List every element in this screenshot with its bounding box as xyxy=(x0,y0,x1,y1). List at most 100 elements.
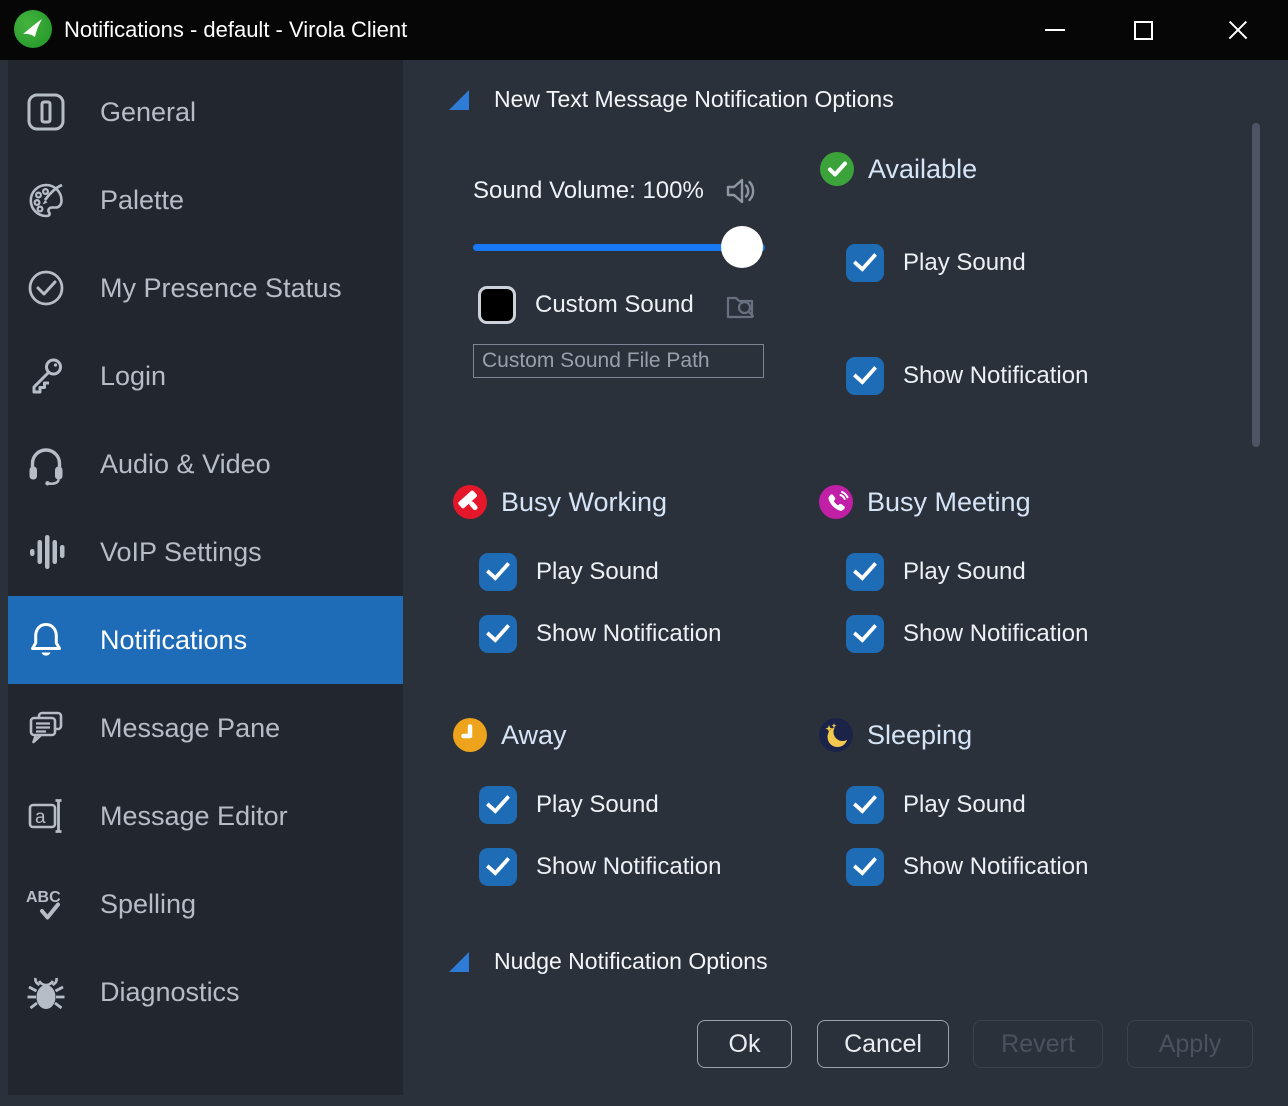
sidebar-item-notifications[interactable]: Notifications xyxy=(8,596,403,684)
custom-sound-file-path-input[interactable] xyxy=(473,344,764,378)
window-title: Notifications - default - Virola Client xyxy=(64,0,407,60)
checkbox-label: Play Sound xyxy=(536,791,659,819)
section-collapse-icon xyxy=(449,90,469,110)
sleeping-play-sound-checkbox[interactable] xyxy=(846,786,884,824)
status-name: Available xyxy=(868,154,977,185)
sidebar-item-voip[interactable]: VoIP Settings xyxy=(8,508,403,596)
slider-thumb[interactable] xyxy=(721,226,763,268)
busy-working-play-sound-row: Play Sound xyxy=(479,553,659,591)
status-name: Busy Meeting xyxy=(867,487,1031,518)
checkbox-label: Play Sound xyxy=(903,249,1026,277)
settings-sidebar: General Palette My Presence Status Login… xyxy=(8,60,403,1095)
available-show-notification-checkbox[interactable] xyxy=(846,357,884,395)
sidebar-item-label: Palette xyxy=(100,185,184,216)
busy-working-show-notification-checkbox[interactable] xyxy=(479,615,517,653)
checkbox-label: Show Notification xyxy=(536,853,721,881)
vertical-scrollbar-thumb[interactable] xyxy=(1252,123,1260,447)
section-nudge-options[interactable]: Nudge Notification Options xyxy=(449,948,768,975)
sidebar-item-login[interactable]: Login xyxy=(8,332,403,420)
sound-volume-label: Sound Volume: 100% xyxy=(473,177,704,205)
audio-icon xyxy=(22,440,70,488)
sidebar-item-general[interactable]: General xyxy=(8,68,403,156)
close-button[interactable] xyxy=(1215,7,1261,53)
checkbox-label: Play Sound xyxy=(903,558,1026,586)
voip-icon xyxy=(22,528,70,576)
busy-working-play-sound-checkbox[interactable] xyxy=(479,553,517,591)
maximize-button[interactable] xyxy=(1120,7,1166,53)
sidebar-item-presence[interactable]: My Presence Status xyxy=(8,244,403,332)
sidebar-item-spelling[interactable]: ABC Spelling xyxy=(8,860,403,948)
sleeping-show-notification-row: Show Notification xyxy=(846,848,1088,886)
sidebar-item-message-editor[interactable]: a Message Editor xyxy=(8,772,403,860)
sidebar-item-diagnostics[interactable]: Diagnostics xyxy=(8,948,403,1036)
sidebar-item-audio[interactable]: Audio & Video xyxy=(8,420,403,508)
diagnostics-icon xyxy=(22,968,70,1016)
status-busy-working: Busy Working xyxy=(453,485,667,519)
minimize-icon xyxy=(1045,29,1065,31)
revert-button: Revert xyxy=(973,1020,1103,1068)
presence-icon xyxy=(22,264,70,312)
login-icon xyxy=(22,352,70,400)
checkbox-label: Show Notification xyxy=(903,620,1088,648)
sidebar-item-message-pane[interactable]: Message Pane xyxy=(8,684,403,772)
busy-working-show-notification-row: Show Notification xyxy=(479,615,721,653)
message-pane-icon xyxy=(22,704,70,752)
message-editor-icon: a xyxy=(22,792,70,840)
apply-button: Apply xyxy=(1127,1020,1253,1068)
checkbox-label: Show Notification xyxy=(903,362,1088,390)
custom-sound-label: Custom Sound xyxy=(535,291,694,319)
away-play-sound-row: Play Sound xyxy=(479,786,659,824)
section-title: New Text Message Notification Options xyxy=(494,86,894,113)
svg-text:a: a xyxy=(35,807,46,828)
custom-sound-checkbox[interactable] xyxy=(478,286,516,324)
section-new-text-message-options[interactable]: New Text Message Notification Options xyxy=(449,86,894,113)
status-name: Away xyxy=(501,720,567,751)
sidebar-item-label: VoIP Settings xyxy=(100,537,262,568)
minimize-button[interactable] xyxy=(1032,7,1078,53)
busy-meeting-play-sound-row: Play Sound xyxy=(846,553,1026,591)
checkbox-label: Play Sound xyxy=(903,791,1026,819)
sidebar-item-palette[interactable]: Palette xyxy=(8,156,403,244)
status-name: Sleeping xyxy=(867,720,972,751)
sound-volume-slider[interactable] xyxy=(473,226,765,268)
away-show-notification-row: Show Notification xyxy=(479,848,721,886)
sidebar-item-label: Notifications xyxy=(100,625,247,656)
sidebar-item-label: Audio & Video xyxy=(100,449,271,480)
sidebar-item-label: Message Editor xyxy=(100,801,288,832)
away-status-icon xyxy=(453,718,487,752)
busy-meeting-show-notification-row: Show Notification xyxy=(846,615,1088,653)
sidebar-item-label: Message Pane xyxy=(100,713,280,744)
general-icon xyxy=(22,88,70,136)
status-away: Away xyxy=(453,718,567,752)
status-name: Busy Working xyxy=(501,487,667,518)
sidebar-item-label: Diagnostics xyxy=(100,977,240,1008)
away-show-notification-checkbox[interactable] xyxy=(479,848,517,886)
browse-sound-file-icon xyxy=(721,286,759,324)
section-title: Nudge Notification Options xyxy=(494,948,768,975)
sidebar-item-label: Spelling xyxy=(100,889,196,920)
status-available: Available xyxy=(820,152,977,186)
custom-sound-row: Custom Sound xyxy=(478,286,694,324)
sleeping-show-notification-checkbox[interactable] xyxy=(846,848,884,886)
section-collapse-icon xyxy=(449,952,469,972)
busy-meeting-show-notification-checkbox[interactable] xyxy=(846,615,884,653)
notifications-icon xyxy=(22,616,70,664)
close-icon xyxy=(1225,17,1251,43)
sidebar-item-label: General xyxy=(100,97,196,128)
checkbox-label: Show Notification xyxy=(903,853,1088,881)
busy-working-status-icon xyxy=(453,485,487,519)
cancel-button[interactable]: Cancel xyxy=(817,1020,949,1068)
speaker-icon[interactable] xyxy=(721,172,759,210)
busy-meeting-play-sound-checkbox[interactable] xyxy=(846,553,884,591)
away-play-sound-checkbox[interactable] xyxy=(479,786,517,824)
virola-logo-icon xyxy=(14,10,52,48)
status-busy-meeting: Busy Meeting xyxy=(819,485,1031,519)
available-play-sound-checkbox[interactable] xyxy=(846,244,884,282)
sleeping-status-icon xyxy=(819,718,853,752)
busy-meeting-status-icon xyxy=(819,485,853,519)
svg-text:ABC: ABC xyxy=(26,889,61,906)
sidebar-item-label: My Presence Status xyxy=(100,273,342,304)
maximize-icon xyxy=(1134,21,1153,40)
ok-button[interactable]: Ok xyxy=(697,1020,792,1068)
checkbox-label: Show Notification xyxy=(536,620,721,648)
